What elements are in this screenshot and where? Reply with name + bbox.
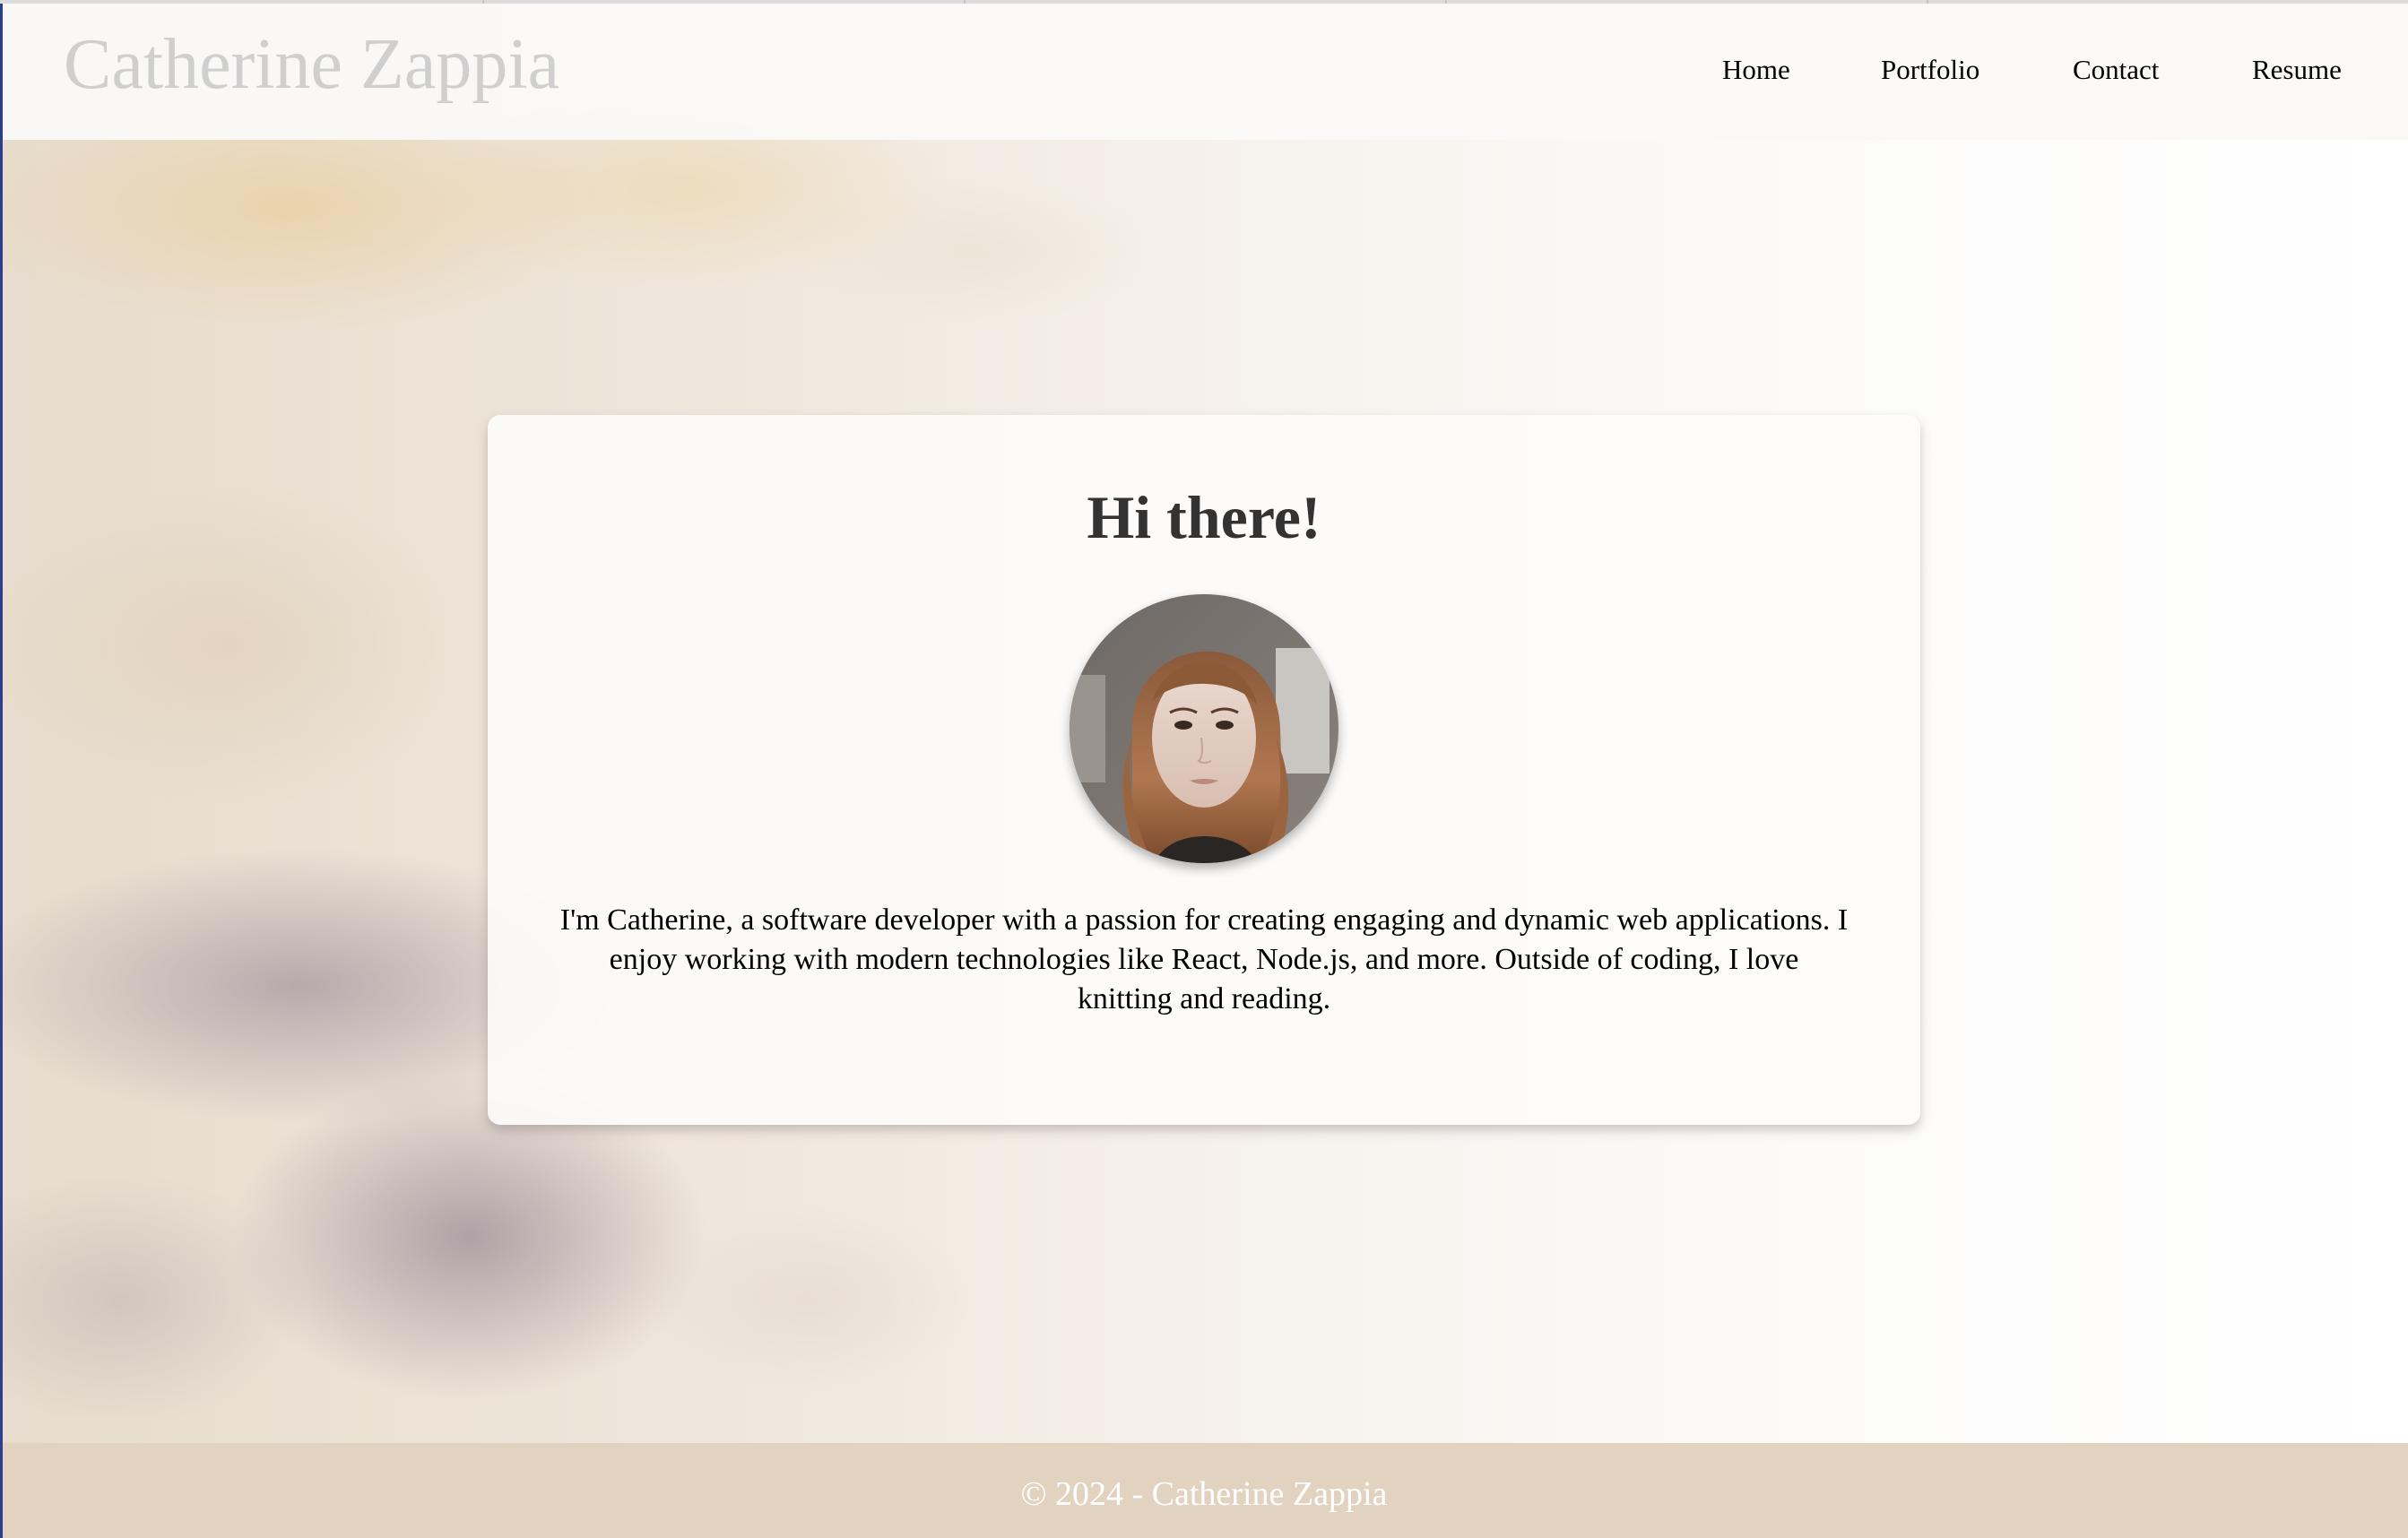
intro-bio: I'm Catherine, a software developer with…: [559, 903, 1849, 1015]
nav-home-link[interactable]: Home: [1722, 56, 1790, 83]
nav-resume-link[interactable]: Resume: [2252, 56, 2342, 83]
site-footer: © 2024 - Catherine Zappia: [0, 1443, 2408, 1538]
intro-heading: Hi there!: [1087, 483, 1321, 551]
intro-card: Hi there! I'm Catherine, a software deve…: [488, 415, 1920, 1125]
tab-divider: [964, 0, 966, 4]
main-nav: Home Portfolio Contact Resume: [3, 56, 2408, 91]
nav-contact-link[interactable]: Contact: [2073, 56, 2159, 83]
tab-divider: [1445, 0, 1447, 4]
profile-photo: [1070, 594, 1338, 863]
profile-photo-illustration: [1070, 594, 1338, 863]
tab-divider: [1927, 0, 1928, 4]
browser-top-strip: [0, 0, 2408, 4]
nav-portfolio-link[interactable]: Portfolio: [1881, 56, 1979, 83]
site-header: Catherine Zappia Home Portfolio Contact …: [3, 4, 2408, 140]
tab-divider: [482, 0, 484, 4]
footer-copyright: © 2024 - Catherine Zappia: [1020, 1475, 1388, 1513]
window-edge: [0, 0, 3, 1538]
